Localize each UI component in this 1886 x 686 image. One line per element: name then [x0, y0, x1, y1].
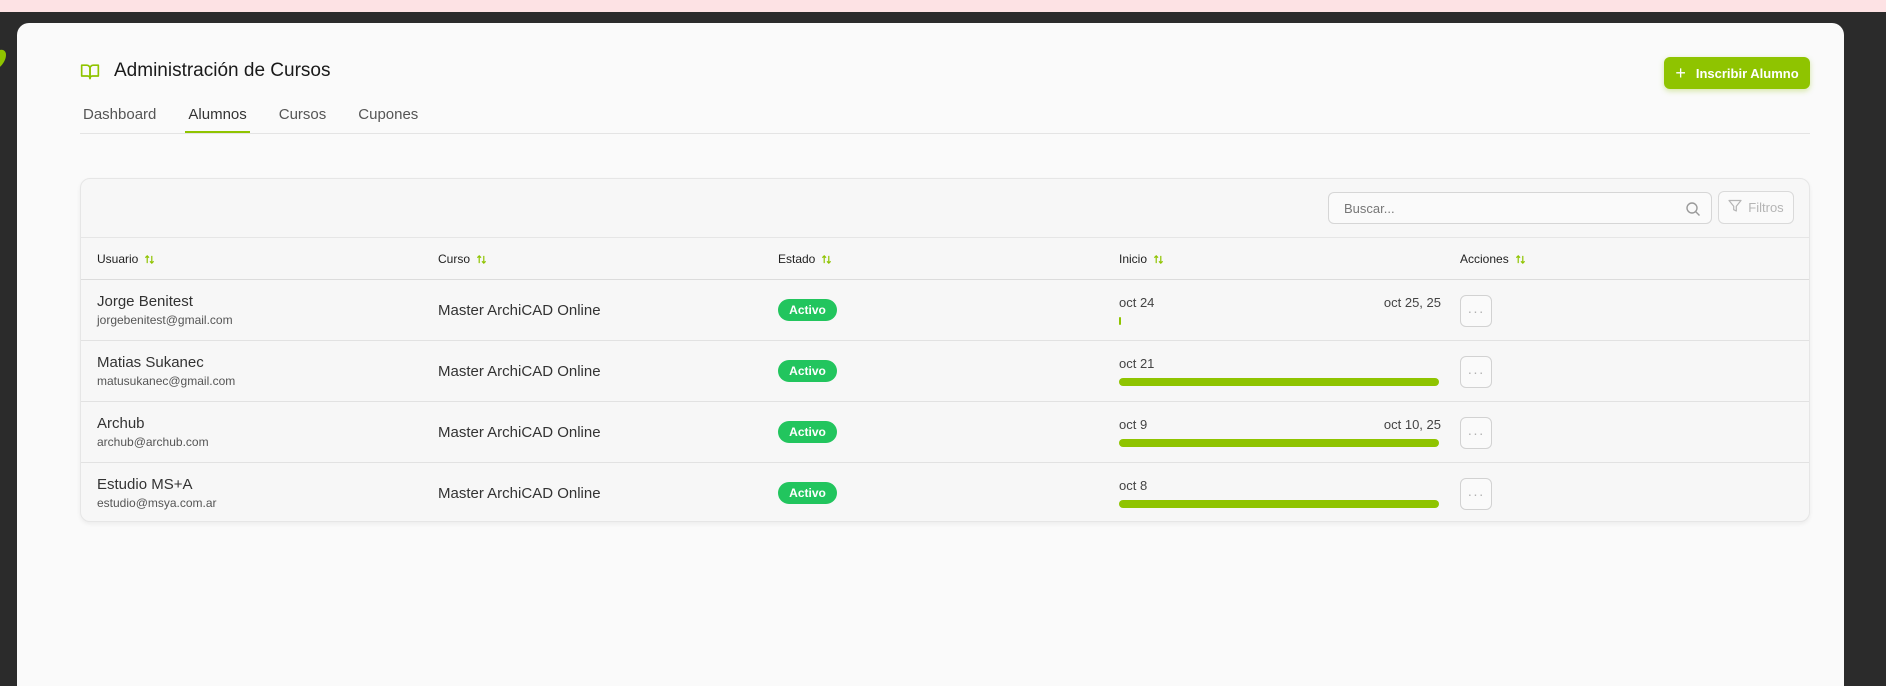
sort-icon [1153, 254, 1164, 264]
user-name: Jorge Benitest [97, 293, 193, 310]
status-badge: Activo [778, 360, 837, 382]
table-row: Estudio MS+A estudio@msya.com.ar Master … [81, 463, 1809, 521]
progress-bar [1119, 317, 1439, 325]
start-date: oct 9 [1119, 417, 1148, 432]
tab-dashboard[interactable]: Dashboard [80, 102, 159, 133]
progress-fill [1119, 317, 1121, 325]
course-name: Master ArchiCAD Online [438, 485, 601, 502]
search-box [1328, 192, 1712, 224]
column-label: Acciones [1460, 252, 1509, 266]
end-date: oct 25, 25 [1383, 295, 1441, 310]
user-email: matusukanec@gmail.com [97, 374, 236, 388]
user-email: jorgebenitest@gmail.com [97, 313, 233, 327]
enroll-student-label: Inscribir Alumno [1695, 65, 1799, 81]
progress-bar [1119, 378, 1439, 386]
column-header-acciones[interactable]: Acciones [1460, 252, 1526, 266]
page-title: Administración de Cursos [114, 60, 331, 81]
table-header: Usuario Curso Estado Inicio Acciones [81, 238, 1809, 280]
column-header-inicio[interactable]: Inicio [1119, 252, 1164, 266]
title-row: Administración de Cursos [80, 58, 1810, 84]
start-date: oct 21 [1119, 356, 1155, 371]
search-icon [1685, 201, 1701, 217]
column-label: Inicio [1119, 252, 1148, 266]
edge-tab [0, 45, 6, 73]
filter-icon [1728, 199, 1742, 216]
user-email: archub@archub.com [97, 435, 209, 449]
column-header-usuario[interactable]: Usuario [97, 252, 155, 266]
status-badge: Activo [778, 421, 837, 443]
progress-bar [1119, 500, 1439, 508]
sort-icon [1515, 254, 1525, 264]
start-date: oct 24 [1119, 295, 1155, 310]
sort-icon [145, 254, 155, 264]
more-horizontal-icon: ··· [1467, 425, 1485, 441]
more-horizontal-icon: ··· [1467, 486, 1485, 502]
row-actions-button[interactable]: ··· [1460, 417, 1492, 449]
filters-label: Filtros [1748, 200, 1784, 215]
page-header: Administración de Cursos + Inscribir Alu… [80, 57, 1810, 134]
search-input[interactable] [1329, 193, 1711, 223]
progress-fill [1119, 378, 1439, 386]
students-table-card: Filtros Usuario Curso Estado Inicio Acci… [80, 178, 1810, 522]
user-email: estudio@msya.com.ar [97, 496, 217, 510]
column-label: Curso [438, 252, 471, 266]
tab-bar: Dashboard Alumnos Cursos Cupones [80, 102, 1810, 134]
column-header-estado[interactable]: Estado [778, 252, 832, 266]
progress-fill [1119, 500, 1439, 508]
row-actions-button[interactable]: ··· [1460, 356, 1492, 388]
row-actions-button[interactable]: ··· [1460, 295, 1492, 327]
main-panel: Administración de Cursos + Inscribir Alu… [17, 23, 1844, 686]
user-name: Matias Sukanec [97, 354, 204, 371]
filters-button[interactable]: Filtros [1718, 191, 1794, 224]
progress-bar [1119, 439, 1439, 447]
sort-icon [822, 254, 832, 264]
status-badge: Activo [778, 299, 837, 321]
course-name: Master ArchiCAD Online [438, 424, 601, 441]
column-header-curso[interactable]: Curso [438, 252, 487, 266]
tab-alumnos[interactable]: Alumnos [185, 102, 250, 133]
user-name: Archub [97, 415, 145, 432]
course-name: Master ArchiCAD Online [438, 302, 601, 319]
course-name: Master ArchiCAD Online [438, 363, 601, 380]
start-date: oct 8 [1119, 478, 1148, 493]
plus-icon: + [1675, 63, 1686, 83]
status-badge: Activo [778, 482, 837, 504]
column-label: Estado [778, 252, 816, 266]
row-actions-button[interactable]: ··· [1460, 478, 1492, 510]
table-toolbar: Filtros [81, 179, 1809, 238]
table-row: Matias Sukanec matusukanec@gmail.com Mas… [81, 341, 1809, 402]
book-open-icon [80, 62, 102, 80]
table-row: Jorge Benitest jorgebenitest@gmail.com M… [81, 280, 1809, 341]
tab-cupones[interactable]: Cupones [355, 102, 421, 133]
table-row: Archub archub@archub.com Master ArchiCAD… [81, 402, 1809, 463]
user-name: Estudio MS+A [97, 476, 193, 493]
sort-icon [476, 254, 487, 264]
column-label: Usuario [97, 252, 139, 266]
more-horizontal-icon: ··· [1467, 364, 1485, 380]
more-horizontal-icon: ··· [1467, 303, 1485, 319]
enroll-student-button[interactable]: + Inscribir Alumno [1664, 57, 1810, 89]
progress-fill [1119, 439, 1439, 447]
tab-cursos[interactable]: Cursos [276, 102, 330, 133]
browser-top-strip [0, 0, 1886, 12]
end-date: oct 10, 25 [1383, 417, 1441, 432]
